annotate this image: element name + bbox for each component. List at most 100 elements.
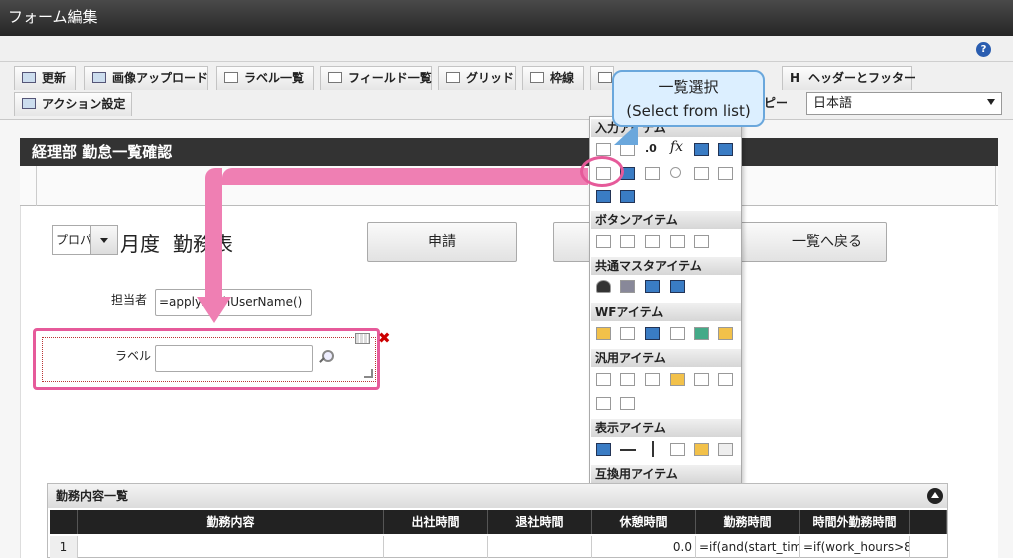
- palette-section-master: 共通マスタアイテム: [591, 257, 741, 275]
- table-title: 勤務内容一覧: [48, 484, 947, 508]
- horizontal-line-icon[interactable]: [620, 449, 636, 451]
- callout-subtitle: (Select from list): [626, 102, 751, 120]
- function-icon[interactable]: fx: [670, 139, 683, 155]
- collapse-icon[interactable]: [927, 488, 943, 504]
- table-cell[interactable]: =if(and(start_time>: [696, 536, 800, 558]
- upload-icon[interactable]: [596, 190, 611, 203]
- box-icon[interactable]: [670, 443, 685, 456]
- media-icon[interactable]: [620, 397, 635, 410]
- check-button-icon[interactable]: [596, 235, 611, 248]
- column-header: 時間外勤務時間: [800, 510, 910, 534]
- table-cell[interactable]: [78, 536, 384, 558]
- back-to-list-button[interactable]: 一覧へ戻る: [737, 222, 887, 262]
- radio-icon[interactable]: [670, 167, 681, 178]
- palette-section-button: ボタンアイテム: [591, 211, 741, 229]
- calendar-icon[interactable]: [694, 143, 709, 156]
- refresh-icon: [22, 72, 36, 83]
- table-cell[interactable]: =if(work_hours>8,: [800, 536, 910, 558]
- border-icon: [530, 72, 544, 83]
- label-list-icon: [224, 72, 238, 83]
- clipboard-icon[interactable]: [596, 327, 611, 340]
- action-settings-button[interactable]: アクション設定: [14, 92, 132, 116]
- header-footer-icon: H: [790, 71, 801, 85]
- organization-icon[interactable]: [620, 280, 635, 293]
- column-header: 退社時間: [488, 510, 592, 534]
- border-button[interactable]: 枠線: [522, 66, 584, 90]
- list-icon[interactable]: [694, 167, 709, 180]
- column-header: 出社時間: [384, 510, 488, 534]
- checkbox-icon[interactable]: [645, 167, 660, 180]
- language-select[interactable]: 日本語: [806, 92, 1002, 115]
- camera-icon[interactable]: [645, 373, 660, 386]
- table-cell[interactable]: [488, 536, 592, 558]
- user-icon[interactable]: [596, 280, 611, 293]
- stamp-icon[interactable]: [718, 327, 733, 340]
- header-footer-button[interactable]: H ヘッダーとフッター: [782, 66, 916, 90]
- puzzle-icon[interactable]: [670, 373, 685, 386]
- help-icon[interactable]: ?: [976, 42, 991, 57]
- image-upload-icon: [92, 72, 106, 83]
- person-field[interactable]: =applyAuthUserName(): [155, 289, 312, 316]
- palette-section-general: 汎用アイテム: [591, 349, 741, 367]
- callout: 一覧選択 (Select from list): [612, 70, 765, 127]
- table-cell[interactable]: [384, 536, 488, 558]
- spreadsheet-icon[interactable]: [620, 190, 635, 203]
- pointer-arrow-vertical: [205, 168, 222, 302]
- vertical-line-icon[interactable]: [652, 441, 654, 457]
- column-header-no: [50, 510, 78, 534]
- copy-button[interactable]: [590, 66, 614, 90]
- highlight-frame: [33, 328, 380, 390]
- grid-icon: [446, 72, 460, 83]
- grid-button[interactable]: グリッド: [438, 66, 516, 90]
- delete-icon[interactable]: ✖: [378, 331, 391, 346]
- table-cell[interactable]: 0.0: [592, 536, 696, 558]
- column-header: 勤務時間: [696, 510, 800, 534]
- field-list-icon: [328, 72, 342, 83]
- display-list-icon[interactable]: [596, 443, 611, 456]
- text-field-icon[interactable]: [596, 143, 611, 156]
- palette-section-display: 表示アイテム: [591, 419, 741, 437]
- person-label: 担当者: [111, 293, 148, 307]
- route-icon[interactable]: [694, 327, 709, 340]
- history-icon[interactable]: [670, 327, 685, 340]
- label-list-button[interactable]: ラベル一覧: [216, 66, 314, 90]
- apply-button[interactable]: 申請: [367, 222, 517, 262]
- middle-button[interactable]: [553, 222, 593, 262]
- chevron-down-icon[interactable]: [90, 226, 117, 254]
- highlight-circle: [580, 156, 624, 187]
- action-icon: [22, 98, 36, 109]
- update-button[interactable]: 更新: [14, 66, 76, 90]
- decimal-icon[interactable]: .0: [645, 142, 657, 155]
- attachment-icon[interactable]: [620, 327, 635, 340]
- return-button-icon[interactable]: [670, 235, 685, 248]
- text-icon[interactable]: [718, 443, 733, 456]
- window-title: フォーム編集: [0, 0, 1013, 36]
- date-range-icon[interactable]: [718, 143, 733, 156]
- chevron-down-icon: [987, 99, 995, 105]
- forward-button-icon[interactable]: [694, 235, 709, 248]
- back-button-icon[interactable]: [645, 235, 660, 248]
- upload-file-icon[interactable]: [694, 373, 709, 386]
- field-list-button[interactable]: フィールド一覧: [320, 66, 432, 90]
- work-table: 勤務内容一覧 勤務内容 出社時間 退社時間 休憩時間 勤務時間 時間外勤務時間 …: [47, 483, 948, 558]
- display-image-icon[interactable]: [694, 443, 709, 456]
- download-file-icon[interactable]: [718, 373, 733, 386]
- position-icon[interactable]: [670, 280, 685, 293]
- heading-title: 勤務表: [173, 232, 233, 256]
- org-user-icon[interactable]: [645, 280, 660, 293]
- callout-title: 一覧選択: [658, 78, 719, 96]
- image-upload-button[interactable]: 画像アップロード: [84, 66, 208, 90]
- dotted-line-icon[interactable]: [596, 373, 611, 386]
- copy-icon: [598, 72, 612, 83]
- next-button-icon[interactable]: [620, 235, 635, 248]
- listbox-icon[interactable]: [718, 167, 733, 180]
- type-select[interactable]: プロパ: [52, 225, 118, 255]
- document-icon[interactable]: [620, 373, 635, 386]
- palette-section-wf: WFアイテム: [591, 303, 741, 321]
- panel-icon[interactable]: [596, 397, 611, 410]
- image-icon[interactable]: [645, 327, 660, 340]
- heading-month: 月度: [120, 232, 160, 256]
- pointer-arrow-horizontal: [222, 168, 588, 185]
- column-header: 休憩時間: [592, 510, 696, 534]
- form-title: 経理部 勤怠一覧確認: [20, 138, 998, 166]
